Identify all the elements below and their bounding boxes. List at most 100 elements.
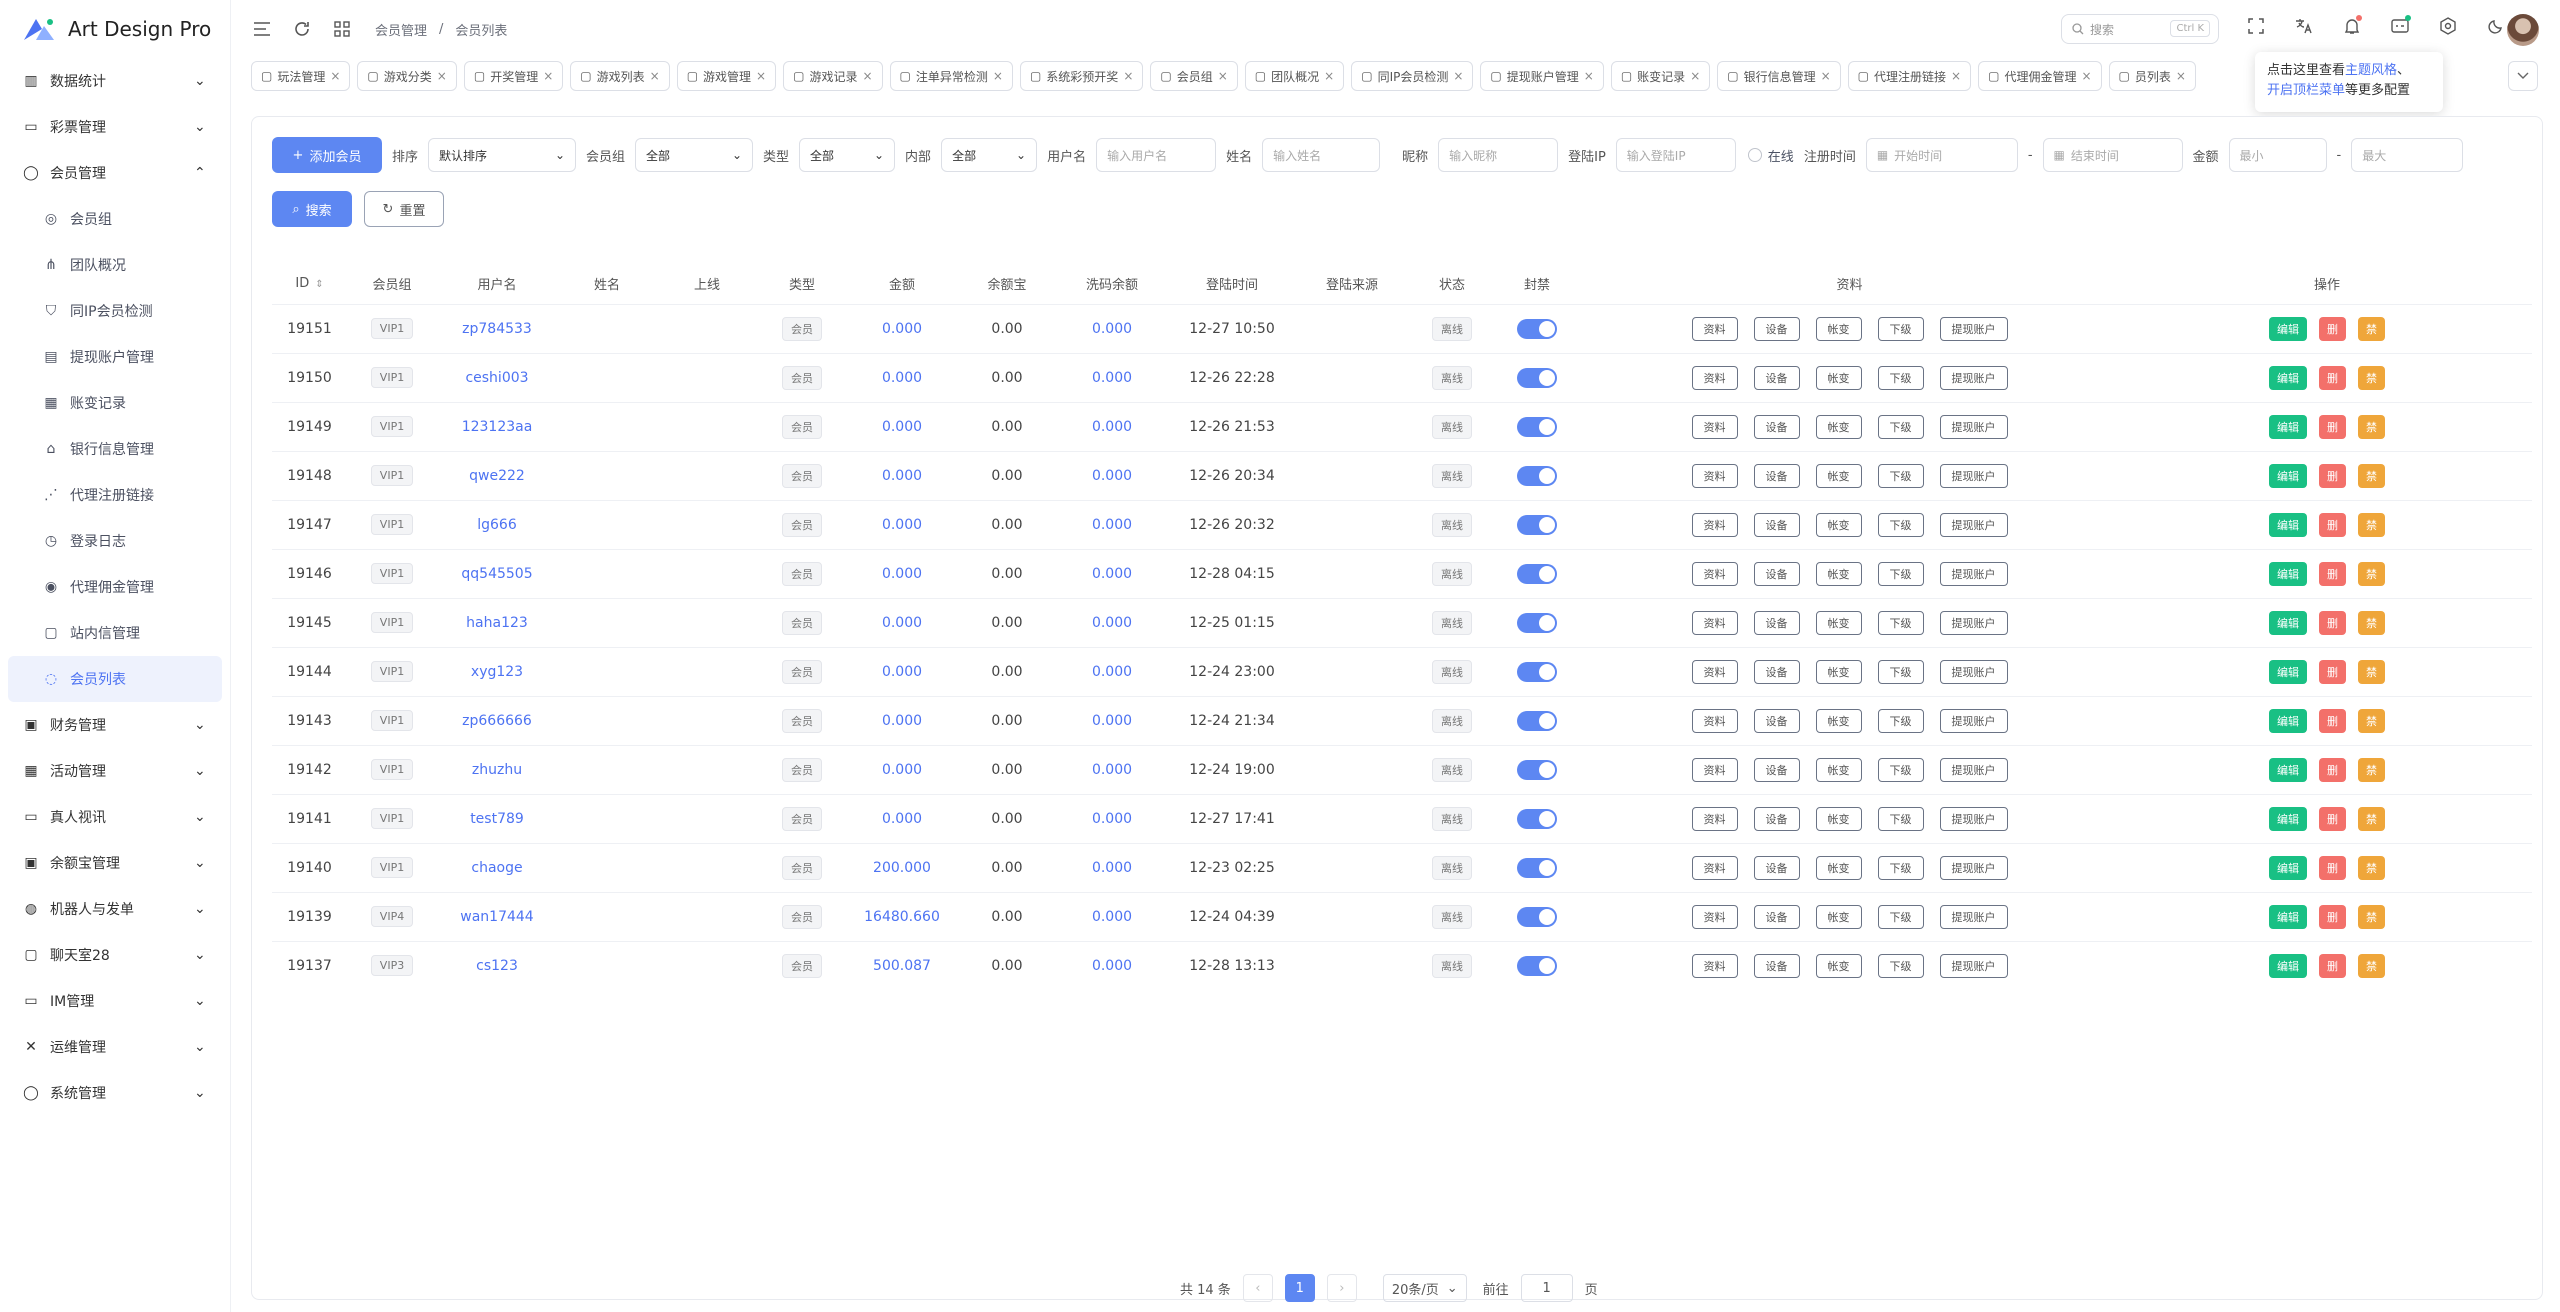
username-link[interactable]: chaoge bbox=[471, 860, 522, 876]
tab-item[interactable]: ▢ 会员组 × bbox=[1150, 61, 1238, 91]
tab-item[interactable]: ▢ 游戏列表 × bbox=[570, 61, 670, 91]
edit-button[interactable]: 编辑 bbox=[2269, 316, 2307, 341]
detail-button[interactable]: 提现账户 bbox=[1939, 610, 2008, 635]
detail-button[interactable]: 帐变 bbox=[1815, 904, 1862, 929]
ban-button[interactable]: 禁 bbox=[2358, 512, 2385, 537]
close-icon[interactable]: × bbox=[862, 69, 872, 83]
detail-button[interactable]: 设备 bbox=[1753, 610, 1800, 635]
amount-link[interactable]: 0.000 bbox=[882, 811, 922, 827]
close-icon[interactable]: × bbox=[1324, 69, 1334, 83]
detail-button[interactable]: 下级 bbox=[1877, 855, 1924, 880]
detail-button[interactable]: 帐变 bbox=[1815, 659, 1862, 684]
notification-bell-icon[interactable] bbox=[2341, 15, 2363, 37]
detail-button[interactable]: 资料 bbox=[1691, 855, 1738, 880]
chat-icon[interactable] bbox=[2389, 15, 2411, 37]
sidebar-item[interactable]: ▭ 真人视讯 ⌄ bbox=[0, 794, 230, 840]
detail-button[interactable]: 提现账户 bbox=[1939, 904, 2008, 929]
ban-button[interactable]: 禁 bbox=[2358, 806, 2385, 831]
detail-button[interactable]: 设备 bbox=[1753, 855, 1800, 880]
delete-button[interactable]: 删 bbox=[2319, 561, 2346, 586]
detail-button[interactable]: 提现账户 bbox=[1939, 757, 2008, 782]
tab-item[interactable]: ▢ 同IP会员检测 × bbox=[1351, 61, 1474, 91]
sidebar-item[interactable]: ⛉ 同IP会员检测 bbox=[0, 288, 230, 334]
delete-button[interactable]: 删 bbox=[2319, 610, 2346, 635]
delete-button[interactable]: 删 bbox=[2319, 365, 2346, 390]
detail-button[interactable]: 设备 bbox=[1753, 806, 1800, 831]
sidebar-item[interactable]: ▭ IM管理 ⌄ bbox=[0, 978, 230, 1024]
sidebar-item[interactable]: ◍ 机器人与发单 ⌄ bbox=[0, 886, 230, 932]
detail-button[interactable]: 设备 bbox=[1753, 463, 1800, 488]
detail-button[interactable]: 设备 bbox=[1753, 757, 1800, 782]
add-member-button[interactable]: + 添加会员 bbox=[272, 137, 382, 173]
detail-button[interactable]: 下级 bbox=[1877, 561, 1924, 586]
username-link[interactable]: test789 bbox=[470, 811, 524, 827]
detail-button[interactable]: 下级 bbox=[1877, 610, 1924, 635]
group-select[interactable]: 全部 ⌄ bbox=[635, 138, 754, 172]
username-link[interactable]: zp666666 bbox=[462, 713, 532, 729]
tab-item[interactable]: ▢ 银行信息管理 × bbox=[1717, 61, 1841, 91]
detail-button[interactable]: 提现账户 bbox=[1939, 561, 2008, 586]
ban-button[interactable]: 禁 bbox=[2358, 708, 2385, 733]
detail-button[interactable]: 下级 bbox=[1877, 463, 1924, 488]
tab-item[interactable]: ▢ 玩法管理 × bbox=[251, 61, 351, 91]
tab-item[interactable]: ▢ 代理注册链接 × bbox=[1847, 61, 1972, 91]
tab-item[interactable]: ▢ 游戏记录 × bbox=[783, 61, 883, 91]
username-link[interactable]: 123123aa bbox=[462, 419, 533, 435]
dark-mode-icon[interactable] bbox=[2485, 15, 2507, 37]
close-icon[interactable]: × bbox=[1218, 69, 1228, 83]
tab-item[interactable]: ▢ 账变记录 × bbox=[1610, 61, 1711, 91]
menu-toggle-icon[interactable] bbox=[251, 18, 273, 40]
detail-button[interactable]: 资料 bbox=[1691, 708, 1738, 733]
ban-button[interactable]: 禁 bbox=[2358, 414, 2385, 439]
ban-toggle[interactable] bbox=[1517, 661, 1557, 682]
tooltip-topbar-link[interactable]: 开启顶栏菜单 bbox=[2267, 83, 2345, 98]
close-icon[interactable]: × bbox=[330, 69, 340, 83]
wash-balance-link[interactable]: 0.000 bbox=[1092, 909, 1132, 925]
tabs-more-button[interactable] bbox=[2508, 61, 2538, 91]
search-box[interactable]: 搜索 Ctrl K bbox=[2061, 14, 2219, 44]
delete-button[interactable]: 删 bbox=[2319, 316, 2346, 341]
wash-balance-link[interactable]: 0.000 bbox=[1092, 321, 1132, 337]
detail-button[interactable]: 设备 bbox=[1753, 365, 1800, 390]
apps-grid-icon[interactable] bbox=[331, 18, 353, 40]
detail-button[interactable]: 下级 bbox=[1877, 414, 1924, 439]
detail-button[interactable]: 下级 bbox=[1877, 365, 1924, 390]
username-link[interactable]: lg666 bbox=[477, 517, 517, 533]
ban-toggle[interactable] bbox=[1517, 808, 1557, 829]
sort-select[interactable]: 默认排序 ⌄ bbox=[428, 138, 577, 172]
detail-button[interactable]: 帐变 bbox=[1815, 463, 1862, 488]
detail-button[interactable]: 资料 bbox=[1691, 365, 1738, 390]
wash-balance-link[interactable]: 0.000 bbox=[1092, 664, 1132, 680]
detail-button[interactable]: 下级 bbox=[1877, 904, 1924, 929]
ban-toggle[interactable] bbox=[1517, 563, 1557, 584]
wash-balance-link[interactable]: 0.000 bbox=[1092, 615, 1132, 631]
username-link[interactable]: qq545505 bbox=[461, 566, 532, 582]
wash-balance-link[interactable]: 0.000 bbox=[1092, 517, 1132, 533]
detail-button[interactable]: 帐变 bbox=[1815, 561, 1862, 586]
amount-link[interactable]: 0.000 bbox=[882, 419, 922, 435]
ban-toggle[interactable] bbox=[1517, 416, 1557, 437]
amount-link[interactable]: 16480.660 bbox=[864, 909, 940, 925]
detail-button[interactable]: 帐变 bbox=[1815, 316, 1862, 341]
detail-button[interactable]: 资料 bbox=[1691, 757, 1738, 782]
tab-item[interactable]: ▢ 游戏管理 × bbox=[676, 61, 777, 91]
wash-balance-link[interactable]: 0.000 bbox=[1092, 811, 1132, 827]
detail-button[interactable]: 下级 bbox=[1877, 316, 1924, 341]
sidebar-item[interactable]: ◎ 会员组 bbox=[0, 196, 230, 242]
fullscreen-icon[interactable] bbox=[2245, 15, 2267, 37]
delete-button[interactable]: 删 bbox=[2319, 708, 2346, 733]
sidebar-item[interactable]: ◌ 会员列表 bbox=[8, 656, 222, 702]
next-page-button[interactable]: › bbox=[1326, 1274, 1357, 1302]
wash-balance-link[interactable]: 0.000 bbox=[1092, 370, 1132, 386]
detail-button[interactable]: 提现账户 bbox=[1939, 708, 2008, 733]
detail-button[interactable]: 设备 bbox=[1753, 659, 1800, 684]
detail-button[interactable]: 设备 bbox=[1753, 414, 1800, 439]
close-icon[interactable]: × bbox=[1453, 69, 1463, 83]
detail-button[interactable]: 帐变 bbox=[1815, 708, 1862, 733]
sidebar-item[interactable]: ▥ 数据统计 ⌄ bbox=[0, 58, 230, 104]
ban-toggle[interactable] bbox=[1517, 710, 1557, 731]
tab-item[interactable]: ▢ 团队概况 × bbox=[1244, 61, 1345, 91]
detail-button[interactable]: 提现账户 bbox=[1939, 659, 2008, 684]
amount-link[interactable]: 0.000 bbox=[882, 615, 922, 631]
ban-toggle[interactable] bbox=[1517, 612, 1557, 633]
